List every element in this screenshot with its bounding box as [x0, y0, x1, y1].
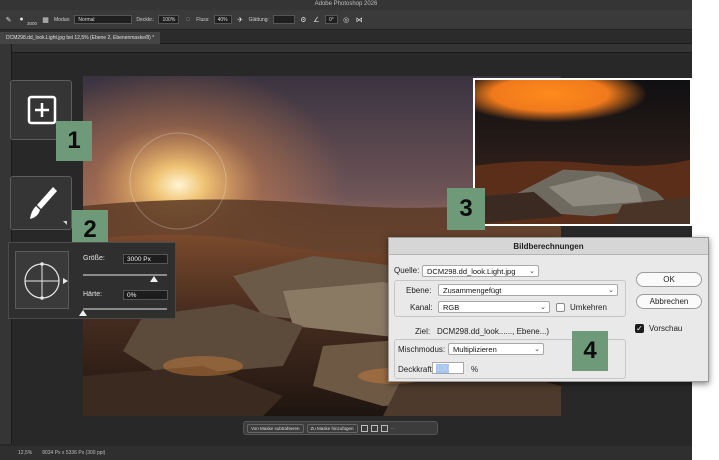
cancel-button[interactable]: Abbrechen: [636, 294, 702, 309]
subtract-from-mask-button[interactable]: Von Maske subtrahieren: [247, 423, 304, 433]
mode-select[interactable]: Normal: [74, 15, 133, 24]
angle-icon[interactable]: ∠: [312, 15, 321, 24]
options-bar: ✎ ● 3000 ▦ Modus: Normal Deckkr.: 100% ◌…: [0, 10, 692, 30]
mode-label: Modus:: [54, 16, 71, 23]
dialog-title: Bildberechnungen: [389, 238, 708, 255]
source-value: DCM298.dd_look.Light.jpg: [427, 267, 516, 276]
mask-option-icon[interactable]: [360, 424, 368, 432]
opacity-value: 100: [436, 364, 450, 373]
target-value: DCM298.dd_look......, Ebene...): [437, 327, 550, 336]
invert-checkbox[interactable]: [556, 303, 565, 312]
hardness-slider-thumb[interactable]: [79, 310, 87, 316]
brush-size-input[interactable]: 3000 Px: [123, 254, 168, 264]
brush-settings-icon[interactable]: ▦: [41, 15, 50, 24]
step-badge-4: 4: [572, 331, 608, 371]
brush-icon[interactable]: [11, 177, 71, 229]
step-badge-3: 3: [447, 188, 485, 230]
chevron-down-icon: ⌄: [529, 268, 535, 275]
target-label: Ziel:: [415, 327, 431, 336]
smoothing-label: Glättung:: [248, 16, 269, 23]
layer-select[interactable]: Zusammengefügt ⌄: [438, 284, 618, 296]
document-size: 8034 Px x 5336 Px (300 ppi): [42, 450, 106, 456]
horizontal-ruler: [12, 44, 692, 53]
brush-tool-icon[interactable]: ✎: [4, 15, 13, 24]
gear-icon[interactable]: ⚙: [299, 15, 308, 24]
layer-label: Ebene:: [406, 286, 432, 295]
opacity-label: Deckkraft:: [398, 365, 435, 374]
hardness-label: Härte:: [83, 291, 103, 298]
contextual-task-bar: Von Maske subtrahieren Zu Maske hinzufüg…: [243, 421, 438, 435]
airbrush-icon[interactable]: ✈: [236, 15, 245, 24]
brush-angle-icon: [24, 262, 68, 300]
result-preview-photo: [473, 78, 692, 226]
blend-mode-label: Mischmodus:: [398, 345, 446, 354]
opacity-label: Deckkr.:: [136, 16, 155, 23]
smoothing-input[interactable]: [272, 15, 295, 24]
more-options-button[interactable]: ···: [391, 426, 396, 431]
fill-mask-icon[interactable]: [380, 424, 388, 432]
app-title: Adobe Photoshop 2026: [314, 1, 378, 7]
add-to-mask-button[interactable]: Zu Maske hinzufügen: [306, 423, 358, 433]
step-badge-1: 1: [56, 121, 92, 161]
opacity-input[interactable]: 100%: [158, 15, 180, 24]
angle-input[interactable]: 0°: [324, 15, 338, 24]
brush-preset-panel: Größe: 3000 Px Härte: 0%: [8, 242, 176, 319]
channel-select[interactable]: RGB ⌄: [438, 301, 550, 313]
document-tab[interactable]: DCM298.dd_look.Light.jpg bei 12,5% (Eben…: [0, 32, 161, 44]
layer-value: Zusammengefügt: [443, 286, 502, 295]
brush-size-slider-thumb[interactable]: [150, 276, 159, 282]
flow-label: Fluss:: [196, 16, 210, 23]
document-tab-bar: DCM298.dd_look.Light.jpg bei 12,5% (Eben…: [0, 30, 692, 44]
hardness-input[interactable]: 0%: [123, 290, 168, 300]
brush-tool-callout: [10, 176, 72, 230]
invert-label: Umkehren: [570, 303, 607, 312]
pressure-size-icon[interactable]: ◎: [342, 15, 351, 24]
blend-mode-value: Multiplizieren: [453, 345, 497, 354]
chevron-down-icon: ⌄: [540, 304, 546, 311]
chevron-down-icon: ⌄: [608, 287, 614, 294]
brush-preset-icon[interactable]: ●: [17, 15, 26, 24]
zoom-readout[interactable]: 12,5%: [18, 450, 32, 456]
blend-mode-select[interactable]: Multiplizieren ⌄: [448, 343, 544, 355]
preview-checkbox[interactable]: ✓: [635, 324, 644, 333]
chevron-down-icon: ⌄: [534, 346, 540, 353]
invert-mask-icon[interactable]: [370, 424, 378, 432]
hardness-slider[interactable]: [83, 308, 167, 310]
title-bar: Adobe Photoshop 2026: [0, 0, 692, 10]
symmetry-icon[interactable]: ⋈: [355, 15, 364, 24]
pressure-opacity-icon[interactable]: ◌: [183, 15, 192, 24]
preview-label: Vorschau: [649, 324, 683, 333]
ok-button[interactable]: OK: [636, 272, 702, 287]
channel-label: Kanal:: [410, 303, 433, 312]
brush-size-label: Größe:: [83, 255, 105, 262]
opacity-unit: %: [471, 365, 479, 374]
flow-input[interactable]: 40%: [213, 15, 232, 24]
status-bar: 12,5% 8034 Px x 5336 Px (300 ppi): [0, 446, 692, 460]
source-select[interactable]: DCM298.dd_look.Light.jpg ⌄: [422, 265, 539, 277]
source-label: Quelle:: [394, 266, 420, 275]
brush-tip-preview[interactable]: [15, 251, 69, 309]
channel-value: RGB: [443, 303, 460, 312]
opacity-input[interactable]: 100: [432, 362, 464, 374]
apply-image-dialog: Bildberechnungen Quelle: DCM298.dd_look.…: [388, 237, 709, 382]
brush-size-readout: 3000: [27, 21, 38, 26]
